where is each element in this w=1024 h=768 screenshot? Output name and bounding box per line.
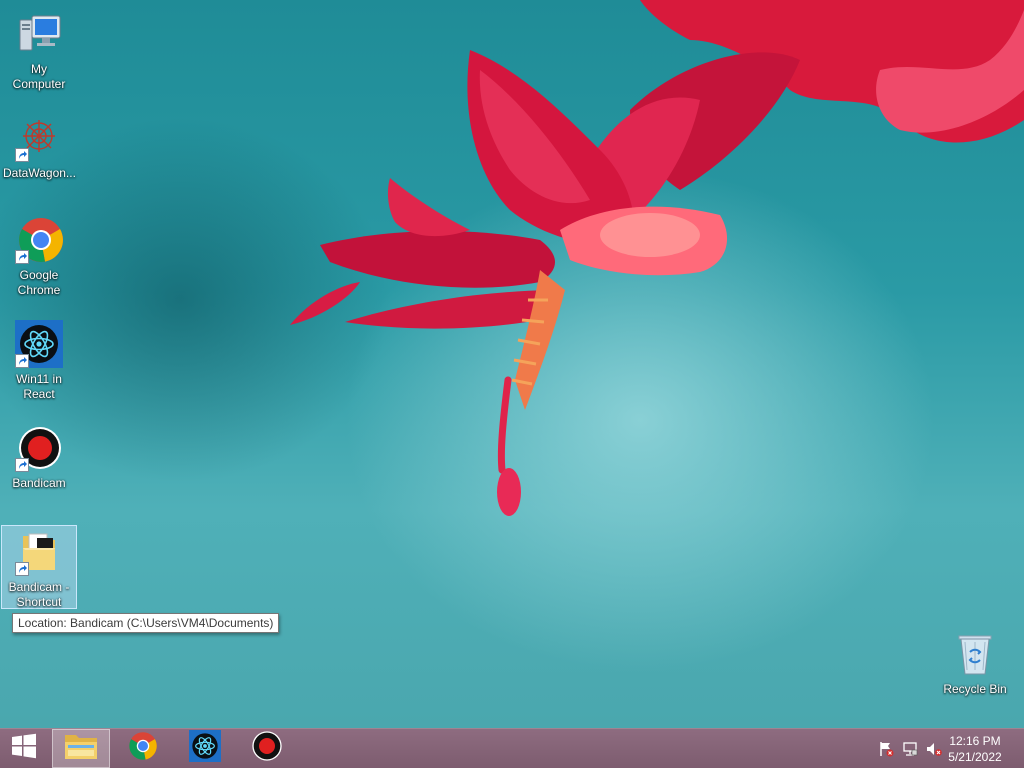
shortcut-arrow-icon — [15, 458, 29, 472]
taskbar-win11-in-react[interactable] — [176, 729, 234, 768]
shortcut-arrow-icon — [15, 148, 29, 162]
desktop-icon-label: Bandicam — [12, 476, 66, 490]
system-tray: 12:16 PM 5/21/2022 — [864, 729, 1024, 768]
desktop-icon-bandicam-shortcut[interactable]: Bandicam - Shortcut — [1, 525, 77, 609]
taskbar-google-chrome[interactable] — [114, 729, 172, 768]
desktop-icon-datawagon[interactable]: DataWagon... — [1, 112, 77, 181]
folder-icon — [64, 731, 98, 766]
location-tooltip: Location: Bandicam (C:\Users\VM4\Documen… — [12, 613, 280, 633]
taskbar-clock[interactable]: 12:16 PM 5/21/2022 — [940, 733, 1010, 765]
taskbar-bandicam[interactable] — [238, 729, 296, 768]
record-icon — [15, 424, 63, 472]
windows-logo-icon — [11, 733, 37, 764]
recycle-bin-icon — [951, 630, 999, 678]
react-icon — [15, 320, 63, 368]
desktop-icon-label: Bandicam - Shortcut — [8, 580, 70, 609]
start-button[interactable] — [0, 729, 48, 768]
desktop-icon-recycle-bin[interactable]: Recycle Bin — [937, 628, 1013, 697]
desktop-icon-label: Win11 in React — [16, 372, 62, 401]
chrome-icon — [128, 731, 158, 766]
clock-time: 12:16 PM — [949, 734, 1001, 748]
shortcut-arrow-icon — [15, 354, 29, 368]
desktop-icon-google-chrome[interactable]: Google Chrome — [1, 214, 77, 298]
desktop-icon-bandicam[interactable]: Bandicam — [1, 422, 77, 491]
network-icon[interactable] — [902, 741, 918, 757]
clock-date: 5/21/2022 — [948, 750, 1002, 764]
taskbar[interactable]: 12:16 PM 5/21/2022 — [0, 728, 1024, 768]
folder-icon — [15, 528, 63, 576]
desktop-icon-label: DataWagon... — [3, 166, 76, 180]
shortcut-arrow-icon — [15, 562, 29, 576]
action-center-flag-icon[interactable] — [878, 741, 894, 757]
desktop-icon-my-computer[interactable]: My Computer — [1, 8, 77, 92]
desktop-icon-win11-in-react[interactable]: Win11 in React — [1, 318, 77, 402]
desktop-icon-label: Google Chrome — [17, 268, 61, 297]
desktop-icon-label: Recycle Bin — [943, 682, 1007, 696]
desktop[interactable]: My Computer DataWagon... Google Chrome W… — [0, 0, 1024, 728]
datawagon-icon — [15, 114, 63, 162]
chrome-icon — [15, 216, 63, 264]
desktop-icon-label: My Computer — [12, 62, 66, 91]
shortcut-arrow-icon — [15, 250, 29, 264]
taskbar-file-explorer[interactable] — [52, 729, 110, 768]
computer-icon — [15, 10, 63, 58]
react-icon — [189, 730, 221, 767]
record-icon — [251, 730, 283, 767]
